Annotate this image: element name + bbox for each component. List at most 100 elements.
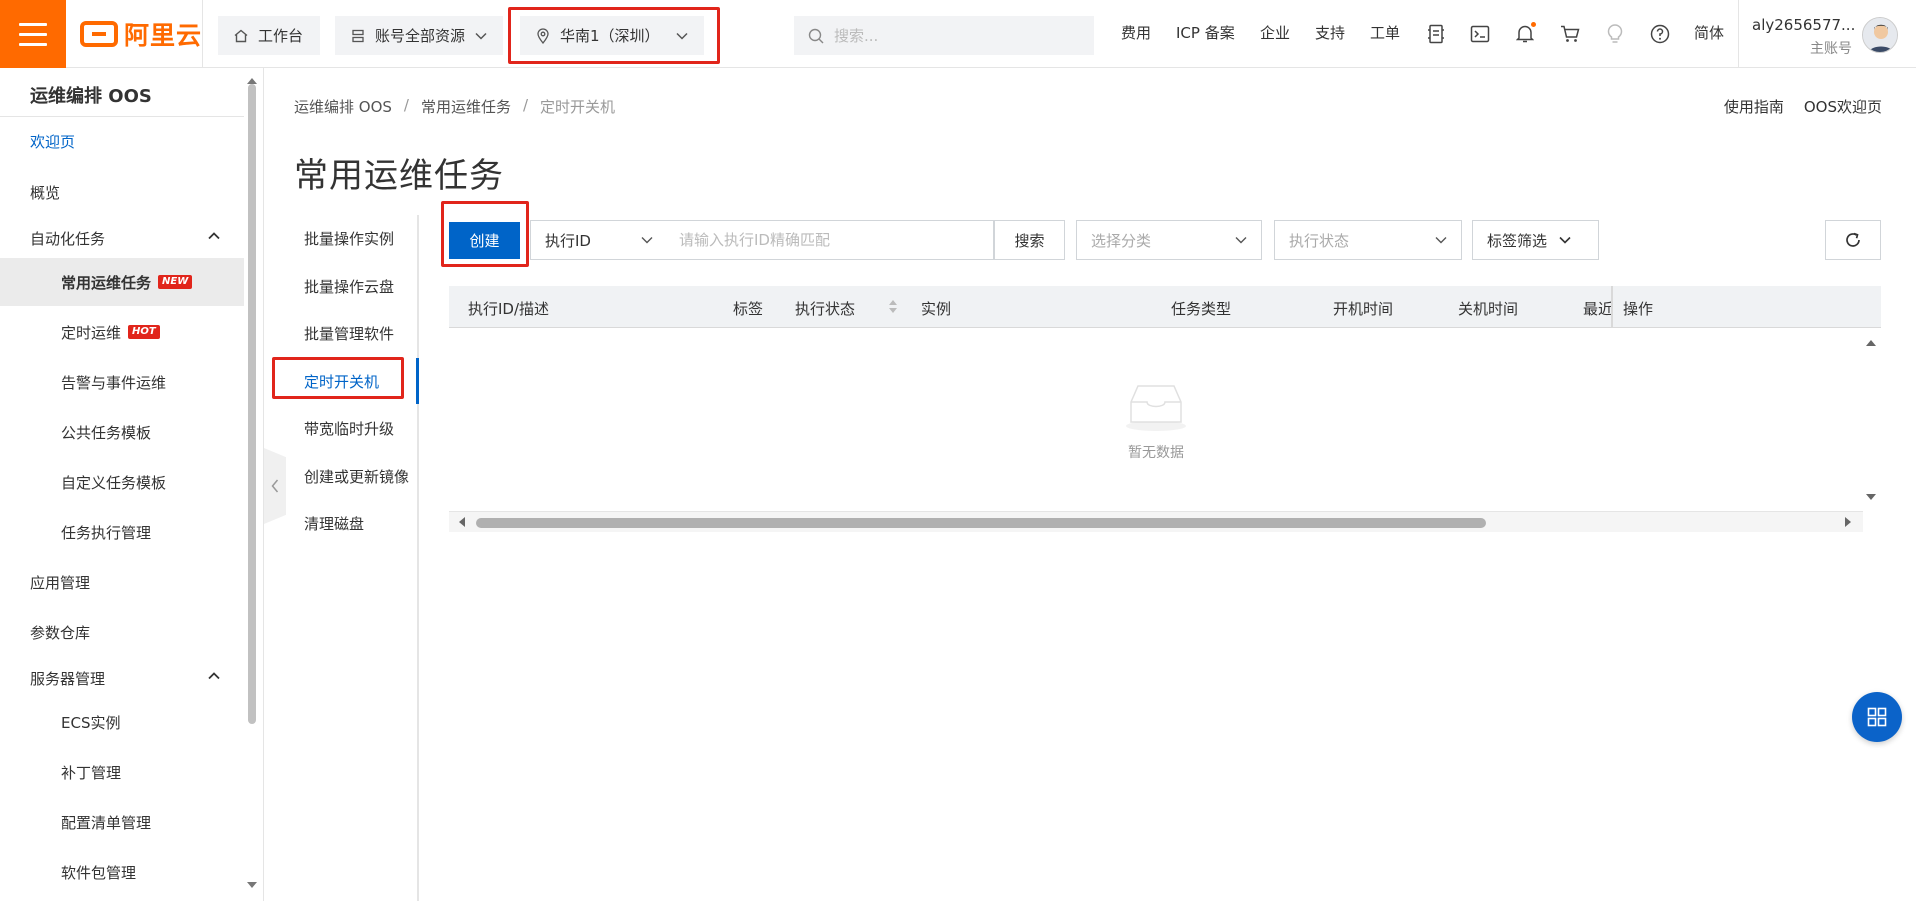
- sidebar-item-param-store[interactable]: 参数仓库: [0, 608, 244, 656]
- empty-inbox-icon: [1126, 385, 1186, 431]
- scroll-right-arrow[interactable]: [1845, 517, 1851, 527]
- category-placeholder: 选择分类: [1091, 231, 1152, 250]
- sidebar-item-scheduled-ops[interactable]: 定时运维 HOT: [0, 308, 244, 356]
- lightbulb-icon[interactable]: [1604, 23, 1626, 45]
- subnav-batch-instances[interactable]: 批量操作实例: [304, 228, 394, 249]
- sidebar-scroll-down-arrow[interactable]: [247, 882, 257, 888]
- subnav-create-update-image[interactable]: 创建或更新镜像: [304, 466, 409, 487]
- sidebar-item-public-templates[interactable]: 公共任务模板: [0, 408, 244, 456]
- sidebar-item-custom-templates[interactable]: 自定义任务模板: [0, 458, 244, 506]
- sidebar-item-common-tasks[interactable]: 常用运维任务 NEW: [0, 258, 244, 306]
- grid-icon: [1867, 707, 1887, 727]
- oos-welcome-link[interactable]: OOS欢迎页: [1804, 96, 1882, 117]
- subnav-clean-disk[interactable]: 清理磁盘: [304, 513, 364, 534]
- workbench-label: 工作台: [258, 27, 304, 45]
- breadcrumb-common-tasks[interactable]: 常用运维任务: [421, 96, 511, 117]
- breadcrumb: 运维编排 OOS / 常用运维任务 / 定时开关机: [294, 96, 616, 117]
- terminal-icon[interactable]: [1469, 23, 1491, 45]
- execution-status-select[interactable]: 执行状态: [1274, 220, 1462, 260]
- search-field-label: 执行ID: [545, 231, 591, 250]
- chevron-up-icon: [208, 232, 220, 240]
- col-execution-id: 执行ID/描述: [468, 300, 550, 318]
- cart-icon[interactable]: [1559, 23, 1581, 45]
- execution-id-input[interactable]: [667, 220, 994, 260]
- category-select[interactable]: 选择分类: [1076, 220, 1262, 260]
- global-search-input[interactable]: [834, 26, 1074, 45]
- subnav-batch-software[interactable]: 批量管理软件: [304, 323, 394, 344]
- sidebar-item-app-mgmt[interactable]: 应用管理: [0, 558, 244, 606]
- nav-enterprise[interactable]: 企业: [1260, 22, 1290, 43]
- resource-scope-label: 账号全部资源: [375, 27, 466, 45]
- chevron-down-icon: [641, 237, 653, 244]
- app-grid-floating-button[interactable]: [1852, 692, 1902, 742]
- server-stack-icon: [352, 29, 364, 42]
- logo-text: 阿里云: [124, 21, 203, 50]
- hot-badge: HOT: [128, 325, 160, 339]
- nav-support[interactable]: 支持: [1315, 22, 1345, 43]
- page-title: 常用运维任务: [294, 156, 504, 196]
- sidebar-title: 运维编排 OOS: [30, 86, 152, 107]
- new-badge: NEW: [158, 275, 193, 289]
- language-switch[interactable]: 简体: [1694, 22, 1724, 43]
- scrollbar-thumb[interactable]: [476, 518, 1486, 528]
- side-navigation: 运维编排 OOS 欢迎页 概览 自动化任务 常用运维任务 NEW 定时运维 HO…: [0, 68, 244, 901]
- chevron-down-icon: [475, 32, 487, 40]
- search-field-select[interactable]: 执行ID: [530, 220, 668, 260]
- sidebar-item-execution-mgmt[interactable]: 任务执行管理: [0, 508, 244, 556]
- help-icon[interactable]: [1649, 23, 1671, 45]
- scroll-left-arrow[interactable]: [459, 517, 465, 527]
- sidebar-group-automation[interactable]: 自动化任务: [0, 214, 244, 262]
- account-info[interactable]: aly2656577... 主账号: [1752, 16, 1856, 58]
- sidebar-scrollbar[interactable]: [248, 84, 256, 724]
- table-horizontal-scrollbar[interactable]: [449, 512, 1863, 532]
- sidebar-item-package-mgmt[interactable]: 软件包管理: [0, 848, 244, 896]
- account-name: aly2656577...: [1752, 16, 1856, 34]
- avatar[interactable]: [1862, 17, 1898, 53]
- tag-filter-button[interactable]: 标签筛选: [1472, 220, 1599, 260]
- refresh-icon: [1846, 232, 1860, 247]
- subnav-active-indicator: [416, 358, 419, 404]
- account-role: 主账号: [1810, 41, 1852, 57]
- global-search[interactable]: [794, 16, 1094, 55]
- resource-scope-dropdown[interactable]: 账号全部资源: [335, 16, 503, 55]
- col-power-on-time: 开机时间: [1333, 300, 1394, 318]
- nav-icp[interactable]: ICP 备案: [1176, 22, 1235, 43]
- sidebar-collapse-handle[interactable]: [264, 448, 286, 524]
- chevron-down-icon: [1235, 237, 1247, 244]
- header-links: 使用指南 OOS欢迎页: [1724, 96, 1882, 117]
- sidebar-item-inventory-mgmt[interactable]: 配置清单管理: [0, 798, 244, 846]
- breadcrumb-current: 定时开关机: [540, 98, 616, 116]
- subnav-bandwidth-upgrade[interactable]: 带宽临时升级: [304, 418, 394, 439]
- nav-billing[interactable]: 费用: [1121, 22, 1151, 43]
- col-actions: 操作: [1623, 300, 1654, 318]
- sidebar-item-ecs-instances[interactable]: ECS实例: [0, 698, 244, 746]
- document-app-icon[interactable]: [1425, 23, 1447, 45]
- workbench-button[interactable]: 工作台: [218, 16, 320, 55]
- col-power-off-time: 关机时间: [1458, 300, 1519, 318]
- col-recent: 最近: [1583, 300, 1614, 318]
- notification-bell-icon[interactable]: [1514, 22, 1536, 45]
- search-icon: [808, 28, 824, 43]
- refresh-button[interactable]: [1825, 220, 1881, 260]
- sidebar-item-welcome[interactable]: 欢迎页: [0, 117, 244, 165]
- col-instance: 实例: [921, 300, 952, 318]
- search-button[interactable]: 搜索: [994, 220, 1065, 260]
- sidebar-item-alert-event-ops[interactable]: 告警与事件运维: [0, 358, 244, 406]
- top-bar: 阿里云 工作台 账号全部资源 华南1（深圳） 费用 ICP 备案 企业 支持 工…: [0, 0, 1916, 68]
- menu-icon[interactable]: [0, 0, 66, 68]
- sidebar-item-patch-mgmt[interactable]: 补丁管理: [0, 748, 244, 796]
- user-guide-link[interactable]: 使用指南: [1724, 96, 1784, 117]
- table-body: 暂无数据: [449, 328, 1863, 512]
- sidebar-group-server-mgmt[interactable]: 服务器管理: [0, 654, 244, 702]
- create-highlight-box: [441, 201, 529, 267]
- breadcrumb-oos[interactable]: 运维编排 OOS: [294, 96, 392, 117]
- nav-ticket[interactable]: 工单: [1370, 22, 1400, 43]
- table-scroll-up-arrow[interactable]: [1866, 340, 1876, 346]
- aliyun-logo[interactable]: 阿里云: [80, 18, 202, 50]
- col-execution-status[interactable]: 执行状态: [795, 298, 855, 319]
- subnav-batch-disks[interactable]: 批量操作云盘: [304, 276, 394, 297]
- col-task-type: 任务类型: [1171, 300, 1232, 318]
- table-scroll-down-arrow[interactable]: [1866, 494, 1876, 500]
- sort-icon[interactable]: [889, 300, 897, 313]
- sidebar-item-overview[interactable]: 概览: [0, 168, 244, 216]
